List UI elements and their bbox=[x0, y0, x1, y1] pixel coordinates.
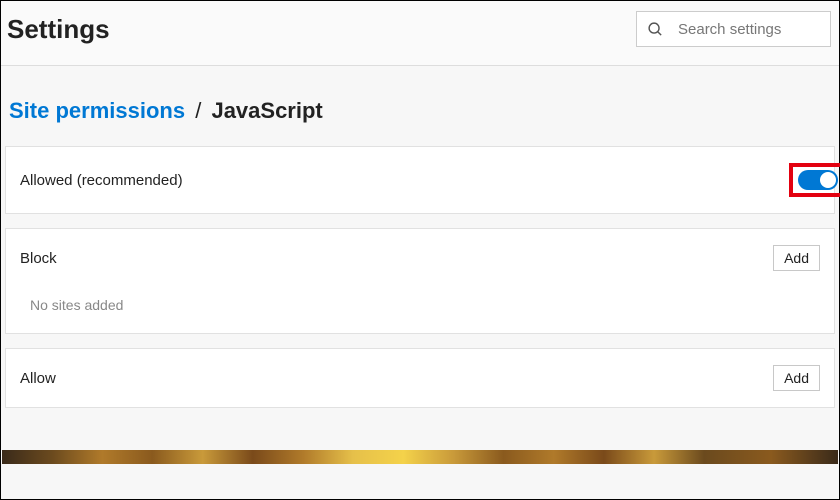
block-panel: Block Add No sites added bbox=[5, 228, 835, 334]
allowed-row: Allowed (recommended) bbox=[6, 147, 834, 213]
toggle-knob bbox=[820, 172, 836, 188]
allowed-label: Allowed (recommended) bbox=[20, 172, 183, 189]
allowed-panel: Allowed (recommended) bbox=[5, 146, 835, 214]
page-title: Settings bbox=[7, 14, 110, 45]
block-header-row: Block Add bbox=[6, 229, 834, 287]
breadcrumb: Site permissions / JavaScript bbox=[1, 66, 839, 146]
allow-header-row: Allow Add bbox=[6, 349, 834, 407]
block-add-button[interactable]: Add bbox=[773, 245, 820, 271]
breadcrumb-separator: / bbox=[195, 98, 201, 123]
search-icon bbox=[647, 21, 664, 38]
toggle-highlight-box bbox=[789, 163, 840, 197]
allow-panel: Allow Add bbox=[5, 348, 835, 408]
block-title: Block bbox=[20, 250, 57, 267]
allowed-toggle[interactable] bbox=[798, 170, 838, 190]
settings-header: Settings bbox=[1, 1, 839, 66]
search-input[interactable] bbox=[676, 20, 820, 39]
allow-title: Allow bbox=[20, 370, 56, 387]
allow-add-button[interactable]: Add bbox=[773, 365, 820, 391]
decorative-bottom-strip bbox=[2, 450, 838, 464]
search-box[interactable] bbox=[636, 11, 831, 47]
block-empty-text: No sites added bbox=[6, 287, 834, 333]
breadcrumb-parent-link[interactable]: Site permissions bbox=[9, 98, 185, 123]
breadcrumb-current: JavaScript bbox=[211, 98, 322, 123]
